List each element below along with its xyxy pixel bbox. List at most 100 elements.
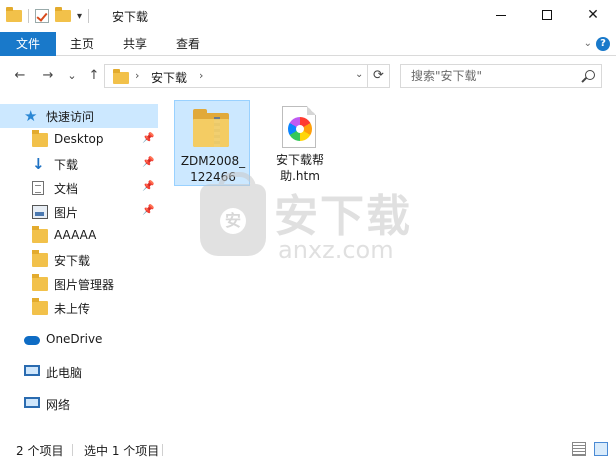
folder-icon [113, 69, 129, 84]
network-icon [24, 397, 40, 408]
download-icon: ↓ [32, 155, 45, 173]
sidebar-item-label: 下载 [54, 158, 79, 172]
folder-icon [6, 7, 22, 22]
maximize-icon [542, 10, 552, 20]
sidebar-item-documents[interactable]: 文档 📌 [0, 176, 158, 200]
pin-icon: 📌 [142, 157, 155, 168]
file-list: ZDM2008_ 122466 安下载帮 助.htm 安 安下载 anxz.co… [164, 96, 616, 436]
tab-view[interactable]: 查看 [176, 32, 200, 56]
details-view-icon[interactable] [572, 442, 586, 456]
sidebar-item-label: 文档 [54, 182, 79, 196]
sidebar-item-label: 快速访问 [46, 110, 95, 124]
new-folder-icon[interactable] [55, 7, 71, 22]
sidebar-item-this-pc[interactable]: 此电脑 [0, 360, 158, 384]
search-input[interactable] [411, 68, 571, 84]
pictures-icon [32, 205, 48, 219]
folder-icon [32, 130, 48, 147]
pin-icon: 📌 [142, 205, 155, 216]
close-button[interactable]: ✕ [570, 0, 616, 30]
recent-locations-button[interactable]: ⌄ [62, 66, 82, 86]
folder-icon [32, 250, 48, 267]
minimize-icon [496, 14, 506, 16]
close-icon: ✕ [587, 7, 599, 23]
status-bar: 2 个项目 选中 1 个项目 [0, 438, 616, 462]
sidebar-item-desktop[interactable]: Desktop 📌 [0, 128, 158, 152]
toolbar-divider [88, 9, 90, 23]
file-name-line: ZDM2008_ [180, 154, 246, 168]
breadcrumb-arrow-icon[interactable]: › [135, 69, 139, 82]
title-bar: ▾ 安下载 ✕ [0, 0, 616, 32]
zip-folder-icon [193, 109, 231, 149]
window-controls: ✕ [478, 0, 616, 32]
back-button[interactable]: ← [10, 66, 30, 86]
sidebar-item-quick-access[interactable]: ★ 快速访问 [0, 104, 158, 128]
htm-file-icon [282, 106, 316, 148]
sidebar-item-label: 此电脑 [46, 366, 83, 380]
star-icon: ★ [24, 107, 38, 125]
sidebar-item-network[interactable]: 网络 [0, 392, 158, 416]
folder-icon [32, 298, 48, 315]
sidebar-item-label: Desktop [54, 132, 104, 146]
folder-icon [32, 274, 48, 291]
watermark-text-en: anxz.com [278, 236, 394, 264]
folder-icon [32, 226, 48, 243]
sidebar-item-label: 网络 [46, 398, 71, 412]
tab-home[interactable]: 主页 [70, 32, 94, 56]
pin-icon: 📌 [142, 181, 155, 192]
ribbon-tabs: 文件 主页 共享 查看 ⌄ ? [0, 32, 616, 56]
maximize-button[interactable] [524, 0, 570, 30]
navigation-pane: ★ 快速访问 Desktop 📌 ↓ 下载 📌 文档 📌 图片 📌 AAAAA … [0, 100, 160, 436]
quick-access-toolbar: ▾ [6, 6, 90, 26]
sidebar-item-onedrive[interactable]: OneDrive [0, 328, 158, 352]
file-name-line: 助.htm [280, 169, 320, 183]
sidebar-item-label: 安下载 [54, 254, 91, 268]
navigation-bar: ← → ⌄ ↑ › 安下载 › ⌄ ⟳ [0, 60, 616, 92]
sidebar-item-label: 图片 [54, 206, 79, 220]
status-divider [72, 444, 73, 456]
expand-ribbon-chevron-icon[interactable]: ⌄ [584, 38, 592, 49]
customize-toolbar-chevron-icon[interactable]: ▾ [77, 11, 82, 22]
file-item-help-htm[interactable]: 安下载帮 助.htm [262, 100, 338, 186]
tab-file[interactable]: 文件 [0, 32, 56, 56]
cloud-icon [24, 336, 40, 345]
sidebar-item-pictures[interactable]: 图片 📌 [0, 200, 158, 224]
refresh-button[interactable]: ⟳ [367, 65, 389, 87]
file-name-line: 122466 [190, 170, 236, 184]
item-count: 2 个项目 [16, 444, 64, 458]
watermark-logo: 安 安下载 anxz.com [200, 172, 450, 280]
address-bar[interactable]: › 安下载 › ⌄ ⟳ [104, 64, 390, 88]
breadcrumb-current[interactable]: 安下载 [151, 69, 187, 86]
sidebar-item-label: 未上传 [54, 302, 91, 316]
selection-count: 选中 1 个项目 [84, 444, 160, 458]
watermark-text-cn: 安下载 [274, 191, 412, 242]
sidebar-item-label: OneDrive [46, 332, 103, 346]
computer-icon [24, 365, 40, 376]
up-button[interactable]: ↑ [84, 66, 104, 86]
pin-icon: 📌 [142, 133, 155, 144]
sidebar-item-downloads[interactable]: ↓ 下载 📌 [0, 152, 158, 176]
forward-button[interactable]: → [38, 66, 58, 86]
document-icon [32, 181, 44, 195]
sidebar-item-anxiazai[interactable]: 安下载 [0, 248, 158, 272]
properties-icon[interactable] [35, 9, 49, 23]
watermark-badge: 安 [220, 208, 246, 234]
sidebar-item-label: AAAAA [54, 228, 97, 242]
minimize-button[interactable] [478, 0, 524, 30]
toolbar-divider [28, 9, 29, 23]
address-dropdown-icon[interactable]: ⌄ [355, 69, 363, 80]
search-icon[interactable] [585, 70, 595, 80]
tab-share[interactable]: 共享 [123, 32, 147, 56]
sidebar-item-aaaaa[interactable]: AAAAA [0, 224, 158, 248]
search-box[interactable] [400, 64, 602, 88]
status-divider [162, 444, 163, 456]
large-icons-view-icon[interactable] [594, 442, 608, 456]
breadcrumb-arrow-icon[interactable]: › [199, 69, 203, 82]
file-name-line: 安下载帮 [275, 153, 324, 167]
help-icon[interactable]: ? [596, 37, 610, 51]
sidebar-item-label: 图片管理器 [54, 278, 115, 292]
sidebar-item-not-uploaded[interactable]: 未上传 [0, 296, 158, 320]
file-item-zdm2008[interactable]: ZDM2008_ 122466 [174, 100, 250, 186]
window-title: 安下载 [112, 10, 149, 24]
shopping-bag-icon: 安 [200, 172, 266, 256]
sidebar-item-picture-manager[interactable]: 图片管理器 [0, 272, 158, 296]
